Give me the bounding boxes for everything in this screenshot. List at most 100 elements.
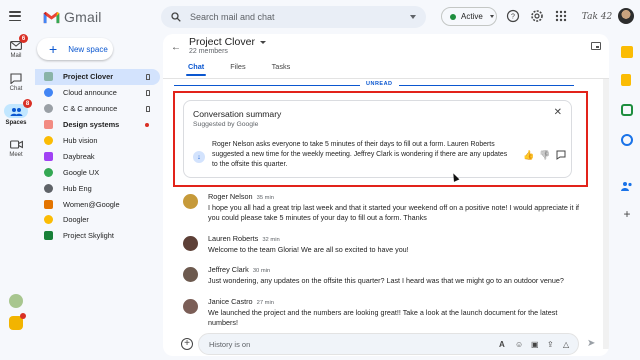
message-text: I hope you all had a great trip last wee… xyxy=(208,203,580,223)
spaces-badge: 8 xyxy=(23,99,32,108)
chevron-down-icon xyxy=(259,40,266,44)
space-avatar-icon xyxy=(44,183,53,193)
rail-item-meet[interactable]: Meet xyxy=(0,138,32,158)
tab-tasks[interactable]: Tasks xyxy=(271,62,292,71)
emoji-icon[interactable]: ☺ xyxy=(515,340,523,349)
space-item-project-skylight[interactable]: Project Skylight xyxy=(35,228,160,244)
mail-badge: 6 xyxy=(19,34,28,43)
sun-icon xyxy=(44,151,53,161)
pin-icon[interactable] xyxy=(146,89,150,96)
calendar-icon[interactable] xyxy=(621,46,633,58)
space-item-women-google[interactable]: Women@Google xyxy=(35,196,160,212)
people-icon[interactable] xyxy=(621,178,633,191)
spaces-list: Project Clover Cloud announce C & C anno… xyxy=(35,69,160,244)
rail-label-meet: Meet xyxy=(9,152,23,158)
status-dropdown[interactable]: Active xyxy=(441,7,497,26)
gif-icon[interactable]: ▣ xyxy=(531,340,539,349)
space-avatar-icon xyxy=(44,104,53,114)
rail-label-chat: Chat xyxy=(9,86,23,92)
add-attachment-button[interactable]: + xyxy=(181,338,193,350)
tab-chat[interactable]: Chat xyxy=(185,62,207,76)
space-avatar-icon xyxy=(44,231,53,241)
send-icon[interactable]: ➤ xyxy=(587,338,595,349)
nav-rail: 6 Mail Chat 8 Spaces Meet xyxy=(0,34,32,360)
menu-icon[interactable] xyxy=(9,11,21,21)
avatar[interactable] xyxy=(183,194,198,209)
space-item-design-systems[interactable]: Design systems xyxy=(35,117,160,133)
new-space-button[interactable]: + New space xyxy=(37,38,113,60)
timestamp: 30 min xyxy=(252,268,271,274)
add-app-icon[interactable]: + xyxy=(621,208,633,220)
space-item-hub-eng[interactable]: Hub Eng xyxy=(35,180,160,196)
dog-icon xyxy=(44,215,53,225)
space-item-project-clover[interactable]: Project Clover xyxy=(35,69,160,85)
space-item-google-ux[interactable]: Google UX xyxy=(35,164,160,180)
space-title: Project Clover xyxy=(189,36,255,48)
message-input[interactable]: History is on xyxy=(209,340,250,349)
status-dot-icon xyxy=(450,13,456,20)
top-bar: Gmail Search mail and chat Active ? Tak … xyxy=(0,0,640,34)
contacts-phone-icon[interactable] xyxy=(621,104,633,116)
chevron-down-icon xyxy=(489,15,494,18)
unread-label: UNREAD xyxy=(360,81,399,87)
back-arrow-icon[interactable]: ← xyxy=(171,42,181,53)
message-composer[interactable]: History is on A ☺ ▣ ⇪ △ xyxy=(198,333,579,355)
avatar[interactable] xyxy=(183,299,198,314)
organization-logo[interactable]: Tak 42 xyxy=(579,8,615,26)
message-text: Just wondering, any updates on the offsi… xyxy=(208,276,564,285)
space-item-doogler[interactable]: Doogler xyxy=(35,212,160,228)
unread-divider: UNREAD xyxy=(174,80,574,90)
keep-icon[interactable] xyxy=(621,74,631,86)
pin-icon[interactable] xyxy=(146,105,150,112)
plus-icon: + xyxy=(49,41,58,57)
space-name: Women@Google xyxy=(63,199,120,209)
space-name: Doogler xyxy=(63,215,89,225)
search-input[interactable]: Search mail and chat xyxy=(190,12,275,22)
video-camera-icon xyxy=(9,138,23,150)
space-avatar-icon xyxy=(44,199,53,209)
space-item-daybreak[interactable]: Daybreak xyxy=(35,148,160,164)
avatar[interactable] xyxy=(183,267,198,282)
rail-item-spaces[interactable]: 8 Spaces xyxy=(0,99,32,126)
chat-icon xyxy=(9,72,23,84)
space-name: Hub vision xyxy=(63,136,98,145)
message-text: Welcome to the team Gloria! We are all s… xyxy=(208,245,409,254)
sender-name: Roger Nelson xyxy=(208,192,253,201)
search-options-icon[interactable] xyxy=(410,15,416,19)
gmail-logo[interactable]: Gmail xyxy=(43,9,102,25)
gear-icon[interactable] xyxy=(530,9,544,23)
highlight-box xyxy=(173,91,588,187)
drive-icon[interactable]: △ xyxy=(563,340,569,349)
hub-icon xyxy=(44,136,53,145)
contact-avatar[interactable] xyxy=(9,313,26,330)
apps-grid-icon[interactable] xyxy=(554,9,568,23)
help-icon[interactable]: ? xyxy=(506,9,520,23)
rail-item-mail[interactable]: 6 Mail xyxy=(0,34,32,59)
timestamp: 27 min xyxy=(256,300,275,306)
new-space-label: New space xyxy=(68,44,108,54)
avatar[interactable] xyxy=(183,236,198,251)
conversation-tabs: Chat Files Tasks xyxy=(185,62,315,76)
space-name: Design systems xyxy=(63,120,120,130)
mail-icon: 6 xyxy=(9,34,28,51)
search-bar[interactable]: Search mail and chat xyxy=(161,6,426,28)
scrollbar[interactable] xyxy=(603,79,609,349)
upload-icon[interactable]: ⇪ xyxy=(547,340,554,349)
rail-label-mail: Mail xyxy=(10,53,22,59)
space-item-hub-vision[interactable]: Hub vision xyxy=(35,133,160,149)
space-item-cloud-announce[interactable]: Cloud announce xyxy=(35,85,160,101)
pin-icon[interactable] xyxy=(146,74,150,80)
side-panel-icon[interactable] xyxy=(591,42,601,50)
sender-name: Jeffrey Clark xyxy=(208,265,249,274)
format-text-icon[interactable]: A xyxy=(499,340,505,349)
member-count[interactable]: 22 members xyxy=(189,48,228,55)
account-avatar[interactable] xyxy=(618,8,634,24)
search-icon xyxy=(171,12,181,22)
tasks-icon[interactable] xyxy=(621,134,633,146)
space-title-dropdown[interactable]: Project Clover xyxy=(189,36,266,48)
contact-avatar[interactable] xyxy=(9,294,23,308)
space-item-c-c-announce[interactable]: C & C announce xyxy=(35,101,160,117)
tab-files[interactable]: Files xyxy=(229,62,246,71)
design-icon xyxy=(44,120,53,130)
rail-item-chat[interactable]: Chat xyxy=(0,72,32,92)
